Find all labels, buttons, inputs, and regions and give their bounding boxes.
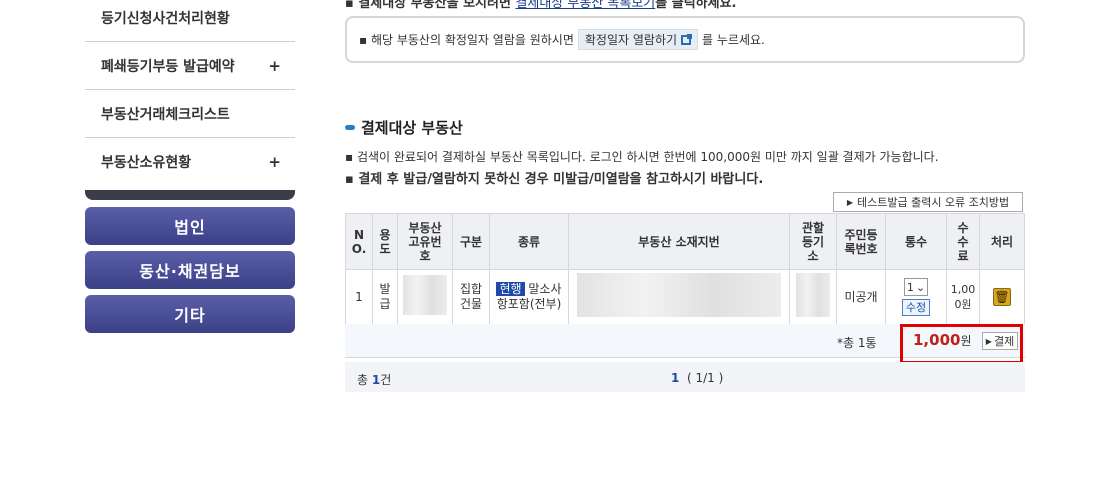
total-copies: *총 1통 [837, 336, 877, 350]
current-badge: 현행 [496, 282, 525, 296]
col-action: 처리 [979, 213, 1025, 270]
sidebar-item-closed-registry[interactable]: 폐쇄등기부등 발급예약 + [85, 42, 295, 90]
cell-copies: 1 ⌄ 수정 [885, 269, 947, 325]
col-fee: 수 수 료 [946, 213, 980, 270]
plus-icon[interactable]: + [268, 57, 281, 75]
sidebar-panel-bottom [85, 190, 295, 200]
table-header-row: N O. 용 도 부동산 고유번 호 구분 종류 부동산 소재지번 관할 등기 … [345, 213, 1025, 270]
pay-button[interactable]: ▶ 결제 [982, 332, 1018, 350]
table-row: 1 발 급 집합 건물 현행 말소사 항포함(전부) 미공개 1 ⌄ 수정 1,0… [345, 269, 1025, 325]
total-count: 총 1건 [357, 373, 392, 387]
category-other-button[interactable]: 기타 [85, 295, 295, 333]
summary-row: *총 1통 1,000원 ▶ 결제 [345, 324, 1025, 364]
table-footer: 총 1건 1 ( 1/1 ) [345, 362, 1025, 392]
sidebar-item-label: 부동산거래체크리스트 [101, 106, 230, 123]
col-registry-office: 관할 등기 소 [789, 213, 837, 270]
test-issue-help-button[interactable]: ▶ 테스트발급 출력시 오류 조치방법 [833, 192, 1023, 212]
cell-no: 1 [345, 269, 373, 325]
col-address: 부동산 소재지번 [568, 213, 790, 270]
trash-icon[interactable]: 🗑 [993, 288, 1011, 306]
pagination: 1 ( 1/1 ) [671, 371, 724, 385]
cell-unique-no-redacted [397, 269, 453, 325]
sidebar-item-checklist[interactable]: 부동산거래체크리스트 [85, 90, 295, 138]
chevron-down-icon: ⌄ [915, 280, 926, 294]
total-amount: 1,000원 [913, 331, 972, 349]
cell-registry-office-redacted [789, 269, 837, 325]
cell-address-redacted [568, 269, 790, 325]
section-description: ▪ 검색이 완료되어 결제하실 부동산 목록입니다. 로그인 하시면 한번에 1… [345, 150, 939, 164]
payment-list-link[interactable]: 결제대상 부동산 목록보기 [515, 0, 655, 11]
col-category: 구분 [452, 213, 490, 270]
col-no: N O. [345, 213, 373, 270]
col-use: 용 도 [372, 213, 398, 270]
cell-action: 🗑 [979, 269, 1025, 325]
notice-box: ▪ 해당 부동산의 확정일자 열람을 원하시면 확정일자 열람하기 를 누르세요… [345, 16, 1025, 63]
date-view-button[interactable]: 확정일자 열람하기 [577, 29, 699, 50]
category-corporation-button[interactable]: 법인 [85, 207, 295, 245]
sidebar-item-label: 부동산소유현황 [101, 155, 192, 171]
copies-select[interactable]: 1 ⌄ [903, 278, 929, 296]
col-unique-no: 부동산 고유번 호 [397, 213, 453, 270]
category-movable-button[interactable]: 동산·채권담보 [85, 251, 295, 289]
sidebar-item-registration-status[interactable]: 등기신청사건처리현황 [85, 0, 295, 42]
cell-resident: 미공개 [836, 269, 886, 325]
section-title: 결제대상 부동산 [345, 117, 463, 138]
payment-table: N O. 용 도 부동산 고유번 호 구분 종류 부동산 소재지번 관할 등기 … [345, 213, 1025, 325]
cell-use: 발 급 [372, 269, 398, 325]
top-instruction: ▪ 결제대상 부동산을 보시려면 결제대상 부동산 목록보기를 클릭하세요. [345, 0, 737, 11]
col-kind: 종류 [489, 213, 569, 270]
notice-text: 를 누르세요. [702, 33, 765, 47]
sidebar-item-label: 폐쇄등기부등 발급예약 [101, 58, 235, 75]
sidebar-item-label: 등기신청사건처리현황 [101, 10, 230, 27]
plus-icon[interactable]: + [268, 153, 281, 171]
cell-category: 집합 건물 [452, 269, 490, 325]
cell-fee: 1,00 0원 [946, 269, 980, 325]
external-link-icon [681, 33, 693, 45]
notice-text: ▪ 해당 부동산의 확정일자 열람을 원하시면 [359, 33, 574, 47]
col-resident-no: 주민등 록번호 [836, 213, 886, 270]
col-copies: 통수 [885, 213, 947, 270]
sidebar-item-ownership[interactable]: 부동산소유현황 + [85, 138, 295, 186]
sidebar-menu: 등기신청사건처리현황 폐쇄등기부등 발급예약 + 부동산거래체크리스트 부동산소… [85, 0, 295, 186]
triangle-right-icon: ▶ [846, 197, 853, 207]
triangle-right-icon: ▶ [985, 336, 992, 346]
modify-button[interactable]: 수정 [901, 299, 931, 316]
cell-kind: 현행 말소사 항포함(전부) [489, 269, 569, 325]
bullet-icon [345, 125, 355, 130]
section-warning: ▪ 결제 후 발급/열람하지 못하신 경우 미발급/미열람을 참고하시기 바랍니… [345, 172, 764, 187]
